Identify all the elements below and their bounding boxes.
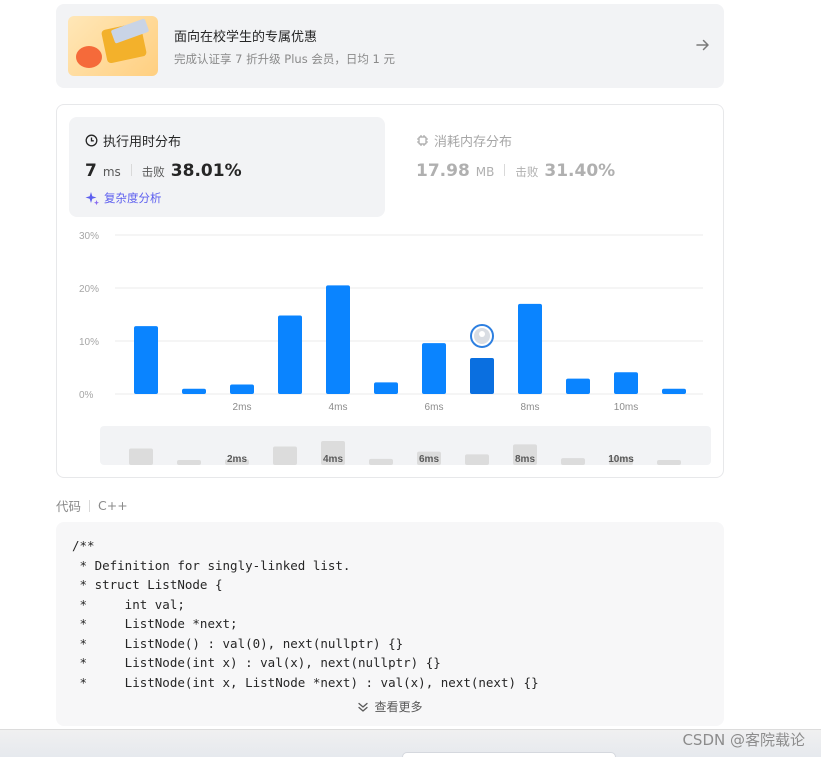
mini-bar	[129, 448, 153, 465]
divider	[130, 164, 132, 176]
show-more-label: 查看更多	[374, 700, 423, 714]
memory-beats-value: 31.40%	[544, 161, 616, 181]
code-line: /**	[72, 538, 95, 553]
y-tick-label: 10%	[79, 337, 99, 348]
y-tick-label: 30%	[79, 231, 99, 242]
sparkle-icon	[85, 191, 99, 205]
bar[interactable]	[278, 315, 302, 394]
mini-x-tick-label: 8ms	[515, 454, 535, 465]
bar[interactable]	[374, 382, 398, 394]
runtime-unit: ms	[102, 165, 121, 179]
code-line: * ListNode *next;	[72, 616, 238, 631]
mini-bar	[657, 460, 681, 465]
avatar-head	[479, 330, 485, 337]
complexity-analysis-link[interactable]: 复杂度分析	[85, 190, 162, 206]
divider	[504, 164, 506, 176]
bar[interactable]	[518, 303, 542, 394]
watermark: CSDN @客院载论	[682, 731, 805, 749]
memory-metrics: 17.98 MB 击败 31.40%	[416, 161, 615, 181]
runtime-beats-value: 38.01%	[170, 161, 242, 181]
x-tick-label: 8ms	[521, 402, 540, 413]
divider	[89, 499, 91, 512]
bar[interactable]	[662, 388, 686, 394]
memory-tab-label: 消耗内存分布	[434, 135, 513, 150]
bar[interactable]	[614, 372, 638, 394]
mini-bar	[465, 454, 489, 465]
runtime-metrics: 7 ms 击败 38.01%	[85, 161, 242, 181]
runtime-tab-label: 执行用时分布	[103, 135, 182, 150]
student-promo-banner[interactable]: 面向在校学生的专属优惠 完成认证享 7 折升级 Plus 会员，日均 1 元	[56, 4, 724, 88]
promo-subtitle: 完成认证享 7 折升级 Plus 会员，日均 1 元	[174, 52, 395, 66]
promo-illustration	[68, 16, 158, 76]
runtime-distribution-chart[interactable]: 30% 20% 10% 0% 2ms 4ms 6ms 8ms 10ms 2ms 4ms 6ms 8ms 1…	[57, 221, 725, 471]
promo-title: 面向在校学生的专属优惠	[174, 30, 318, 45]
memory-unit: MB	[475, 165, 495, 179]
bar[interactable]	[422, 343, 446, 394]
performance-card: 执行用时分布 7 ms 击败 38.01% 复杂度分析 消耗内存分布 17.98…	[56, 104, 724, 478]
bar[interactable]	[566, 378, 590, 394]
x-tick-label: 2ms	[233, 402, 252, 413]
runtime-beats-label: 击败	[141, 165, 165, 179]
mini-bar	[369, 458, 393, 465]
mini-bar	[561, 458, 585, 465]
mini-x-tick-label: 6ms	[419, 454, 439, 465]
x-tick-label: 10ms	[614, 402, 638, 413]
code-language-row: 代码 C++	[56, 496, 128, 515]
language-name: C++	[98, 498, 128, 513]
code-block: /** * Definition for singly-linked list.…	[56, 522, 724, 726]
chip-icon	[417, 135, 428, 146]
tab-runtime[interactable]: 执行用时分布 7 ms 击败 38.01% 复杂度分析	[69, 117, 385, 217]
code-content: /** * Definition for singly-linked list.…	[72, 536, 539, 692]
submission-detail-page: 面向在校学生的专属优惠 完成认证享 7 折升级 Plus 会员，日均 1 元 执…	[0, 0, 821, 757]
clock-icon	[85, 134, 98, 147]
show-more-button[interactable]: 查看更多	[56, 698, 724, 715]
tab-memory[interactable]: 消耗内存分布 17.98 MB 击败 31.40%	[400, 117, 700, 217]
bar[interactable]	[470, 357, 494, 394]
mini-bar	[177, 460, 201, 465]
x-tick-label: 4ms	[329, 402, 348, 413]
y-tick-label: 20%	[79, 284, 99, 295]
complexity-label: 复杂度分析	[104, 191, 162, 205]
bar[interactable]	[230, 384, 254, 394]
code-line: * struct ListNode {	[72, 577, 223, 592]
chevrons-down-icon	[358, 702, 369, 712]
code-line: * ListNode() : val(0), next(nullptr) {}	[72, 635, 404, 651]
bar[interactable]	[182, 388, 206, 394]
mini-bar	[273, 446, 297, 465]
taskbar-search[interactable]	[402, 752, 616, 757]
mini-x-tick-label: 10ms	[608, 454, 634, 465]
code-line: * ListNode(int x, ListNode *next) : val(…	[72, 674, 539, 690]
code-line: * Definition for singly-linked list.	[72, 557, 351, 573]
code-label: 代码	[56, 499, 82, 514]
memory-beats-label: 击败	[515, 165, 539, 179]
code-line: * int val;	[72, 596, 185, 612]
runtime-value: 7	[85, 161, 97, 181]
memory-value: 17.98	[416, 161, 470, 181]
mini-x-tick-label: 4ms	[323, 454, 343, 465]
bar[interactable]	[134, 326, 158, 394]
arrow-right-icon[interactable]	[694, 36, 712, 54]
x-tick-label: 6ms	[425, 402, 444, 413]
y-tick-label: 0%	[79, 390, 94, 401]
bar[interactable]	[326, 285, 350, 394]
mini-x-tick-label: 2ms	[227, 454, 247, 465]
code-line: * ListNode(int x) : val(x), next(nullptr…	[72, 655, 441, 670]
